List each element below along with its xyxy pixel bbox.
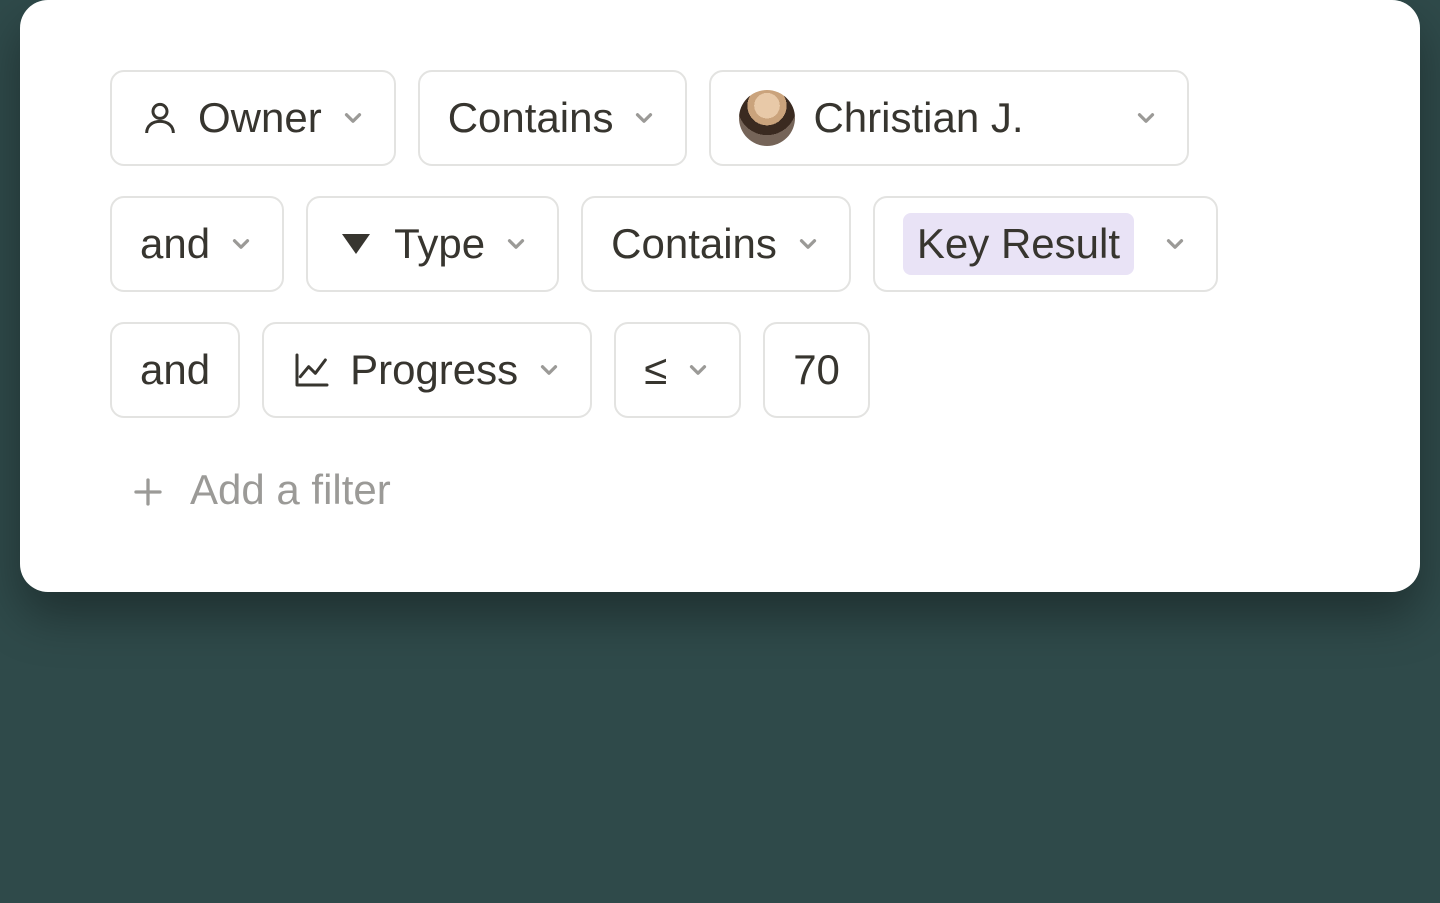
add-filter-button[interactable]: Add a filter <box>110 448 399 522</box>
property-label: Type <box>394 220 485 268</box>
filter-row-3: and Progress ≤ 70 <box>110 322 1330 418</box>
filter-row-2: and Type Contains Key Result <box>110 196 1330 292</box>
property-label: Owner <box>198 94 322 142</box>
property-selector-progress[interactable]: Progress <box>262 322 592 418</box>
property-label: Progress <box>350 346 518 394</box>
operator-selector-lte[interactable]: ≤ <box>614 322 741 418</box>
value-label: 70 <box>793 346 840 394</box>
operator-selector-contains-2[interactable]: Contains <box>581 196 851 292</box>
operator-label: Contains <box>611 220 777 268</box>
conjunction-selector-3[interactable]: and <box>110 322 240 418</box>
chevron-down-icon <box>1133 105 1159 131</box>
conjunction-label: and <box>140 220 210 268</box>
value-selector-tag[interactable]: Key Result <box>873 196 1218 292</box>
chart-icon <box>292 350 332 390</box>
chevron-down-icon <box>685 357 711 383</box>
chevron-down-icon <box>228 231 254 257</box>
chevron-down-icon <box>503 231 529 257</box>
filter-panel: Owner Contains Christian J. and <box>20 0 1420 592</box>
conjunction-selector-2[interactable]: and <box>110 196 284 292</box>
person-icon <box>140 98 180 138</box>
tag-value: Key Result <box>903 213 1134 275</box>
chevron-down-icon <box>631 105 657 131</box>
operator-label: Contains <box>448 94 614 142</box>
chevron-down-icon <box>536 357 562 383</box>
value-input-number[interactable]: 70 <box>763 322 870 418</box>
property-selector-owner[interactable]: Owner <box>110 70 396 166</box>
avatar <box>739 90 795 146</box>
select-icon <box>336 224 376 264</box>
conjunction-label: and <box>140 346 210 394</box>
chevron-down-icon <box>340 105 366 131</box>
plus-icon <box>130 472 166 508</box>
value-selector-person[interactable]: Christian J. <box>709 70 1189 166</box>
add-filter-label: Add a filter <box>190 466 391 514</box>
operator-selector-contains-1[interactable]: Contains <box>418 70 688 166</box>
filter-row-1: Owner Contains Christian J. <box>110 70 1330 166</box>
operator-label: ≤ <box>644 346 667 394</box>
chevron-down-icon <box>1162 231 1188 257</box>
value-label: Christian J. <box>813 94 1023 142</box>
chevron-down-icon <box>795 231 821 257</box>
property-selector-type[interactable]: Type <box>306 196 559 292</box>
